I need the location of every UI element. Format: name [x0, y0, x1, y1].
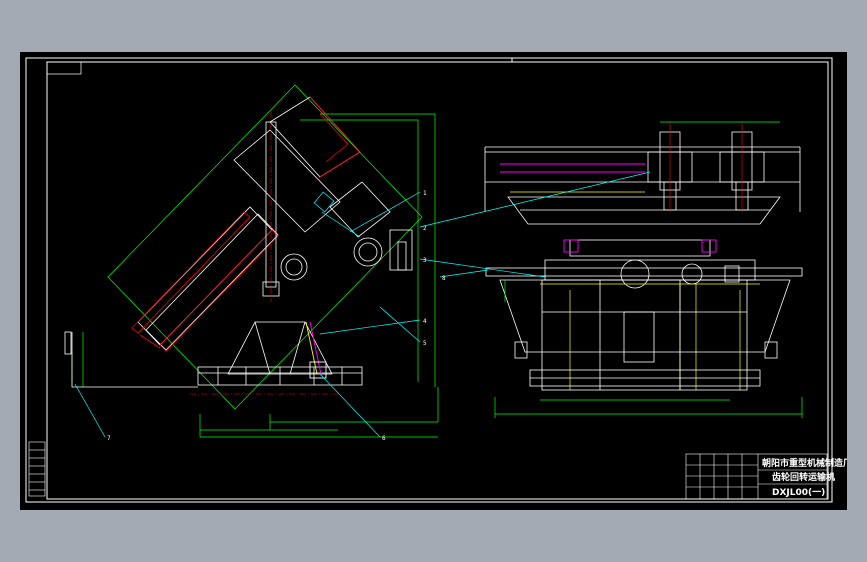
svg-text:2: 2 — [423, 225, 427, 232]
svg-text:1: 1 — [423, 190, 427, 197]
cad-viewport[interactable]: 1 2 3 4 5 6 7 8 朝阳市重型机械制造厂 齿轮回转运输机 DXJL0… — [20, 52, 847, 510]
leader-lines — [74, 171, 651, 438]
drawing-number: DXJL00(一) — [772, 488, 825, 498]
svg-text:3: 3 — [423, 257, 427, 264]
drawing-name: 齿轮回转运输机 — [772, 471, 835, 483]
corner-label-box — [46, 61, 82, 75]
side-view — [64, 84, 439, 438]
front-view — [484, 121, 803, 418]
svg-text:5: 5 — [423, 340, 427, 347]
cad-drawing: 1 2 3 4 5 6 7 8 朝阳市重型机械制造厂 齿轮回转运输机 DXJL0… — [25, 57, 847, 503]
svg-text:4: 4 — [423, 318, 427, 325]
company-name: 朝阳市重型机械制造厂 — [762, 457, 847, 469]
svg-text:8: 8 — [442, 275, 446, 282]
callout-labels: 1 2 3 4 5 6 7 8 — [107, 190, 446, 442]
svg-text:7: 7 — [107, 435, 111, 442]
svg-text:6: 6 — [382, 435, 386, 442]
sheet-inner-border — [46, 61, 829, 500]
revision-strip — [28, 441, 46, 497]
